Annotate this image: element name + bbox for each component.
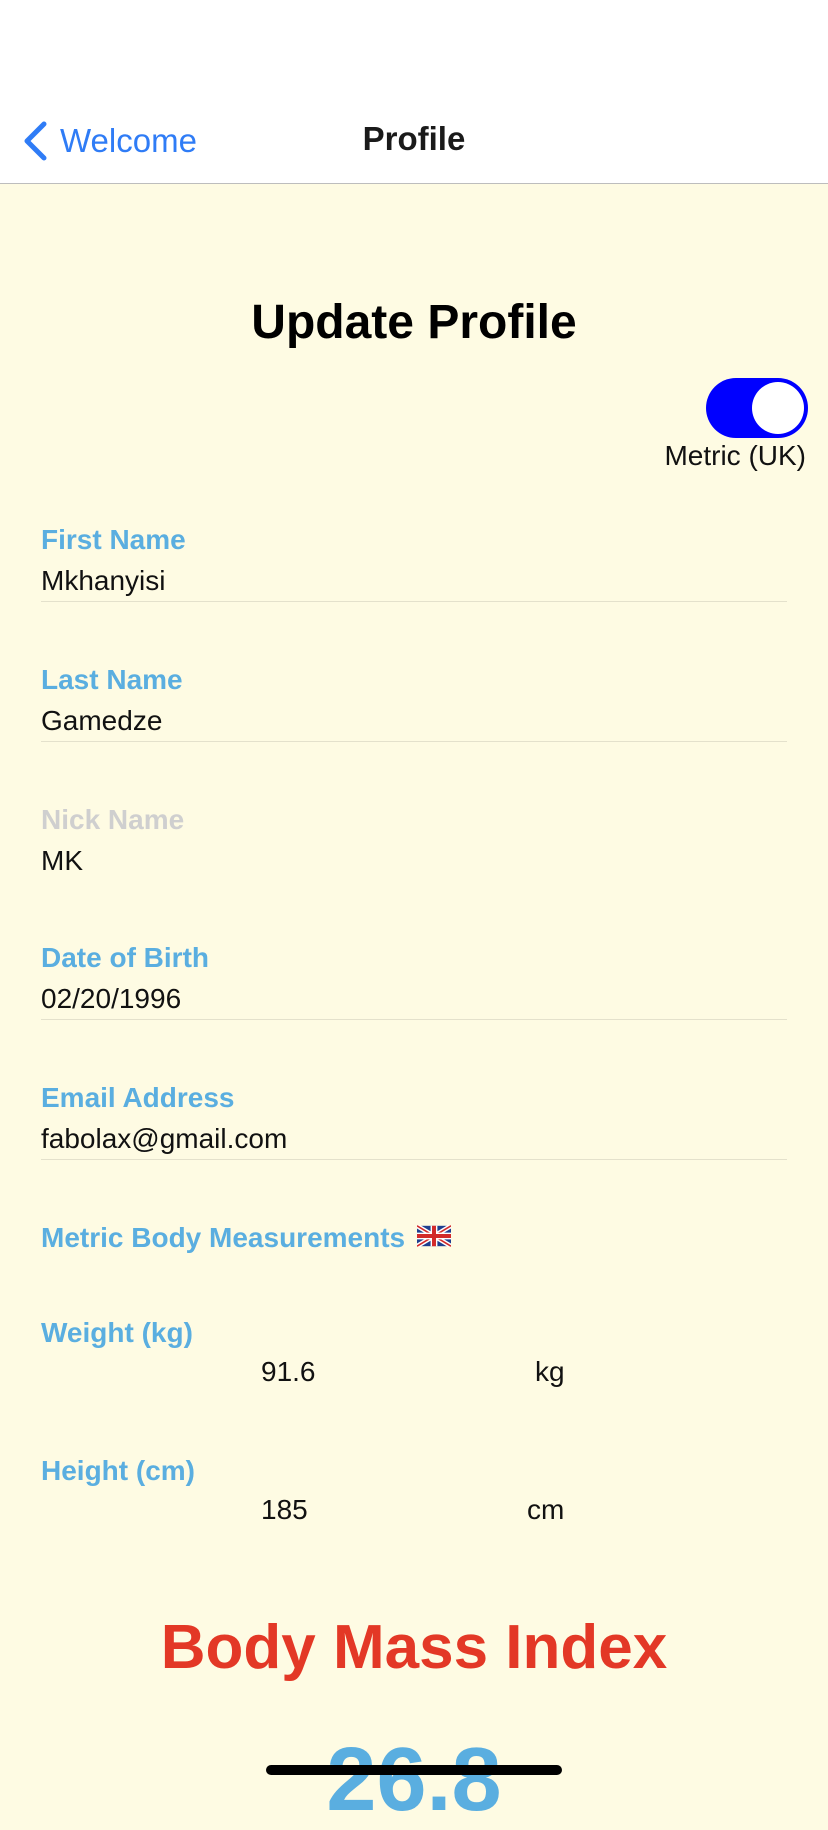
metric-toggle[interactable] [706, 378, 808, 438]
height-unit: cm [527, 1494, 565, 1525]
toggle-knob [752, 382, 804, 434]
weight-unit: kg [535, 1356, 565, 1387]
first-name-underline [41, 601, 787, 602]
email-underline [41, 1159, 787, 1160]
bmi-value: 26.8 [326, 1730, 502, 1830]
weight-input[interactable]: 91.6 [261, 1356, 316, 1388]
uk-flag-icon [415, 1222, 453, 1254]
bmi-title: Body Mass Index [160, 1613, 668, 1682]
height-input[interactable]: 185 [261, 1494, 308, 1526]
home-indicator [266, 1765, 562, 1775]
last-name-field[interactable]: Gamedze [41, 700, 787, 742]
last-name-underline [41, 741, 787, 742]
height-label: Height (cm) [41, 1455, 195, 1486]
first-name-label: First Name [41, 524, 186, 555]
metric-measurements-heading: Metric Body Measurements [41, 1222, 453, 1254]
nick-name-field[interactable]: MK [41, 840, 787, 882]
measurements-section-label: Metric Body Measurements [41, 1222, 406, 1253]
first-name-field[interactable]: Mkhanyisi [41, 560, 787, 602]
metric-toggle-label: Metric (UK) [664, 440, 806, 471]
date-of-birth-label: Date of Birth [41, 942, 209, 973]
last-name-label: Last Name [41, 664, 183, 695]
email-field[interactable]: fabolax@gmail.com [41, 1118, 787, 1160]
email-label: Email Address [41, 1082, 235, 1113]
nav-title: Profile [362, 120, 466, 157]
nick-name-label: Nick Name [41, 804, 185, 835]
date-of-birth-underline [41, 1019, 787, 1020]
date-of-birth-field[interactable]: 02/20/1996 [41, 978, 787, 1020]
navigation-bar: Welcome Profile [0, 0, 828, 184]
page-title: Update Profile [251, 296, 577, 349]
weight-label: Weight (kg) [41, 1317, 193, 1348]
